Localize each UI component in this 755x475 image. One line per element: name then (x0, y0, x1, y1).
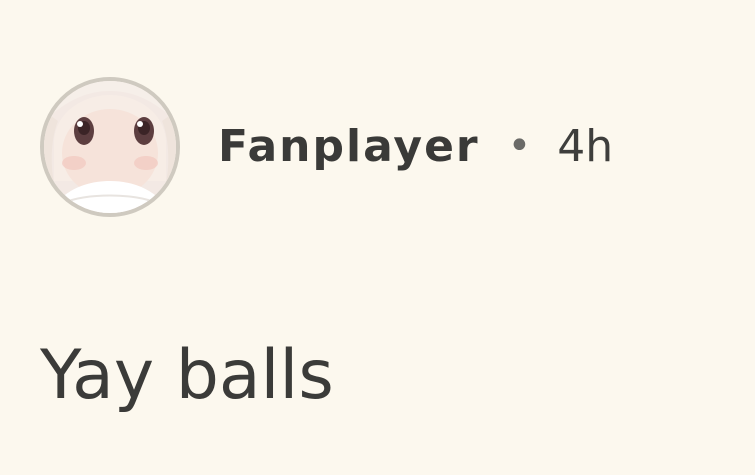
anime-avatar-icon (44, 81, 176, 213)
comment-text: Yay balls (40, 336, 334, 415)
username-link[interactable]: Fanplayer (218, 121, 480, 172)
avatar[interactable] (40, 77, 180, 217)
comment: Fanplayer • 4h Yay balls (0, 0, 755, 475)
comment-header: Fanplayer • 4h (40, 74, 613, 220)
separator-dot: • (507, 123, 532, 169)
comment-meta: Fanplayer • 4h (218, 121, 613, 172)
timestamp[interactable]: 4h (557, 121, 613, 172)
